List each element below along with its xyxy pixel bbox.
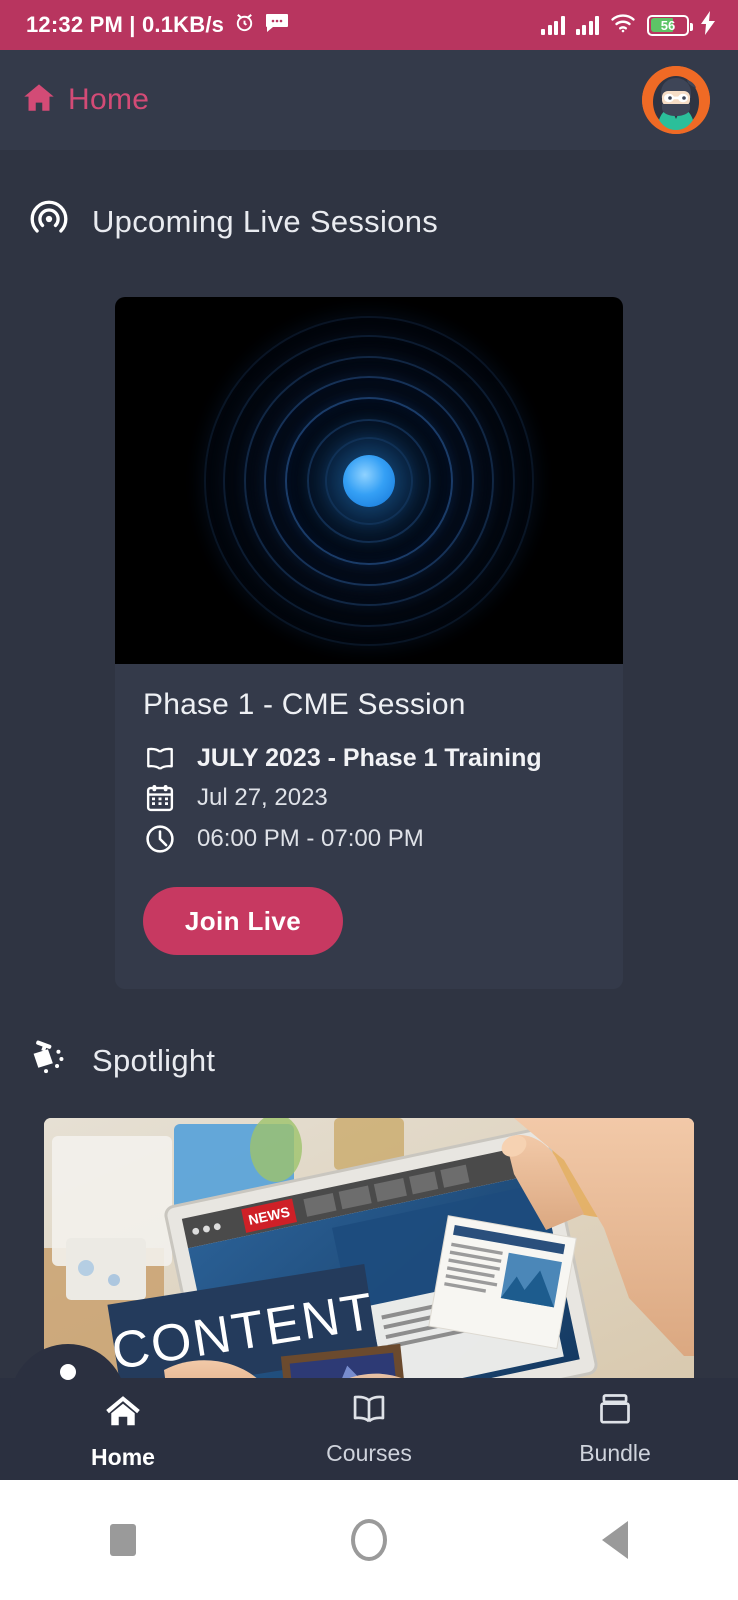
broadcast-icon — [28, 198, 70, 245]
open-book-icon — [350, 1392, 388, 1431]
avatar[interactable] — [642, 66, 710, 134]
nav-item-home[interactable]: Home — [0, 1378, 246, 1471]
charging-bolt-icon — [700, 10, 716, 40]
nav-label-home: Home — [91, 1444, 155, 1470]
nav-label-bundle: Bundle — [579, 1440, 651, 1466]
session-time-row: 06:00 PM - 07:00 PM — [143, 823, 595, 855]
spotlight-image[interactable]: NEWS CONTENT — [44, 1118, 694, 1408]
wifi-icon — [610, 13, 636, 38]
recents-button[interactable] — [63, 1524, 183, 1556]
spotlight-lamp-icon — [28, 1037, 70, 1084]
message-icon — [265, 13, 289, 38]
square-recents-icon — [110, 1524, 136, 1556]
session-course-name: JULY 2023 - Phase 1 Training — [197, 744, 542, 772]
home-icon — [22, 81, 56, 120]
section-title-live: Upcoming Live Sessions — [92, 203, 439, 239]
live-session-card[interactable]: Phase 1 - CME Session JULY 2023 - Phase … — [115, 297, 623, 989]
signal-icon — [575, 15, 599, 35]
session-date-row: Jul 27, 2023 — [143, 783, 595, 813]
book-icon — [143, 746, 177, 772]
session-time: 06:00 PM - 07:00 PM — [197, 825, 424, 852]
status-bar-left: 12:32 PM | 0.1KB/s — [26, 11, 289, 39]
nav-active-indicator-dot — [60, 1364, 76, 1380]
signal-icon — [541, 15, 565, 35]
section-title-spotlight: Spotlight — [92, 1042, 216, 1078]
section-header-spotlight: Spotlight — [0, 989, 738, 1084]
live-session-thumbnail[interactable] — [115, 297, 623, 664]
sonar-core — [343, 454, 395, 507]
alarm-clock-icon — [233, 11, 256, 39]
session-title: Phase 1 - CME Session — [143, 688, 466, 721]
session-course-row: JULY 2023 - Phase 1 Training — [143, 744, 595, 773]
calendar-icon — [143, 783, 177, 813]
status-time-speed: 12:32 PM | 0.1KB/s — [26, 12, 225, 37]
home-icon — [104, 1392, 142, 1435]
app-header: Home — [0, 50, 738, 150]
battery-icon: 56 — [647, 14, 693, 36]
section-header-live: Upcoming Live Sessions — [0, 150, 738, 245]
nav-item-bundle[interactable]: Bundle — [492, 1378, 738, 1467]
status-bar: 12:32 PM | 0.1KB/s 56 — [0, 0, 738, 50]
session-date: Jul 27, 2023 — [197, 784, 328, 811]
clock-icon — [143, 823, 177, 855]
circle-home-icon — [351, 1519, 387, 1561]
battery-level: 56 — [660, 17, 676, 33]
android-navigation-bar — [0, 1480, 738, 1600]
join-live-button[interactable]: Join Live — [143, 887, 343, 955]
home-button[interactable] — [309, 1519, 429, 1561]
main-content: Upcoming Live Sessions Phase 1 - CME Ses… — [0, 150, 738, 1408]
nav-label-courses: Courses — [326, 1440, 412, 1466]
page-title: Home — [68, 83, 150, 116]
triangle-back-icon — [602, 1521, 628, 1559]
header-home-link[interactable]: Home — [22, 81, 149, 120]
back-button[interactable] — [555, 1521, 675, 1559]
package-box-icon — [597, 1392, 633, 1431]
status-bar-right: 56 — [541, 10, 716, 40]
live-card-body: Phase 1 - CME Session JULY 2023 - Phase … — [115, 664, 623, 989]
bottom-navigation: Home Courses Bundle — [0, 1344, 738, 1480]
nav-item-courses[interactable]: Courses — [246, 1378, 492, 1467]
